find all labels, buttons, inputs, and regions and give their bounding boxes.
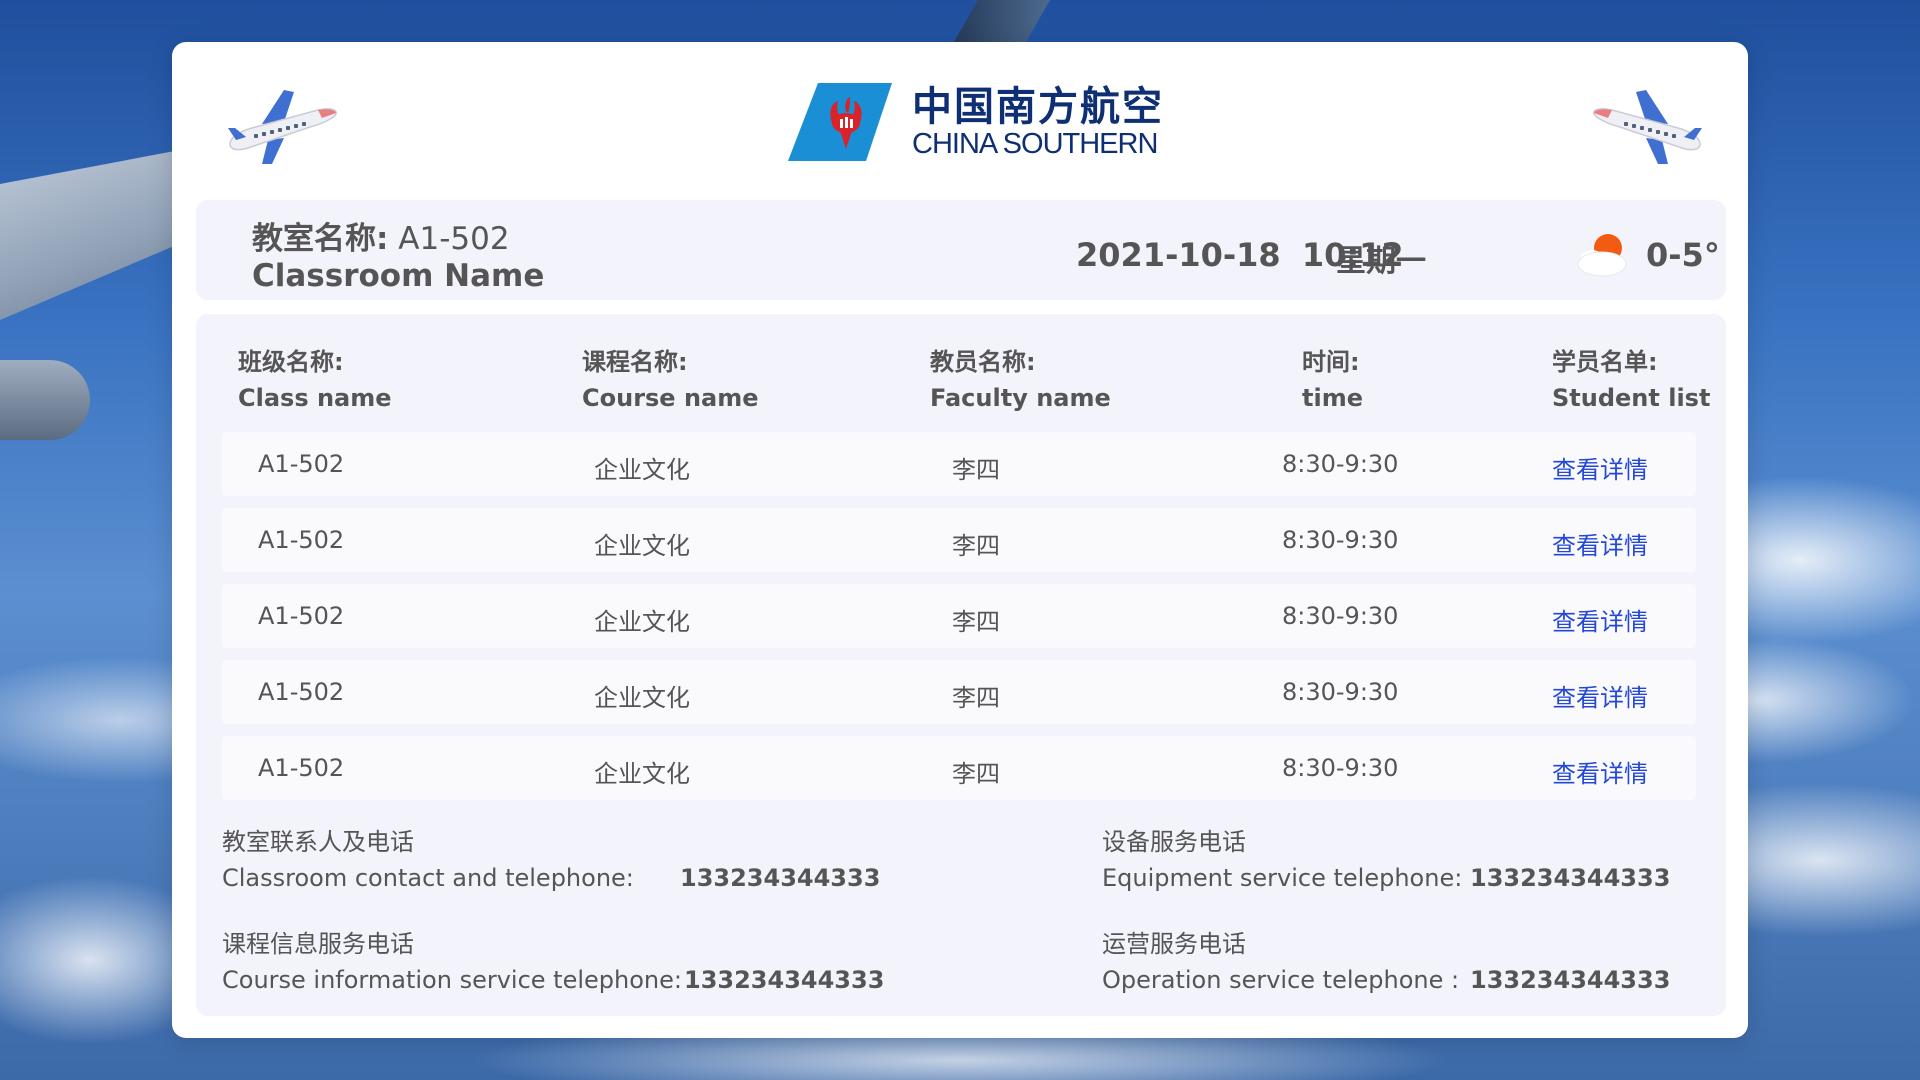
contact-label-cn: 课程信息服务电话 [222,930,414,958]
cell-faculty: 李四 [952,608,1000,636]
classroom-info-bar: 教室名称: A1-502 Classroom Name 2021-10-18 1… [196,200,1726,300]
classroom-name: 教室名称: A1-502 Classroom Name [252,220,544,294]
contact-classroom: 教室联系人及电话 Classroom contact and telephone… [222,824,880,896]
classroom-label-cn: 教室名称: [252,221,389,257]
contact-label-en: Operation service telephone : [1102,966,1460,994]
table-row: A1-502 企业文化 李四 8:30-9:30 查看详情 [222,736,1696,800]
column-header-en: Class name [238,384,392,412]
airplane-icon [228,90,338,164]
date-text: 2021-10-18 [1076,236,1281,274]
schedule-panel: 班级名称: Class name 课程名称: Course name 教员名称:… [196,314,1726,1016]
cell-course: 企业文化 [594,532,690,560]
table-row: A1-502 企业文化 李四 8:30-9:30 查看详情 [222,508,1696,572]
view-details-link[interactable]: 查看详情 [1552,754,1648,789]
airplane-wing-background [0,150,180,320]
weekday-text: 星期一 [1336,244,1426,279]
cell-course: 企业文化 [594,760,690,788]
classroom-value: A1-502 [398,221,510,257]
column-header-en: time [1302,384,1363,412]
cell-faculty: 李四 [952,760,1000,788]
column-header-cn: 学员名单: [1552,348,1658,376]
column-header-cn: 时间: [1302,348,1360,376]
cell-time: 8:30-9:30 [1282,754,1399,782]
classroom-board-card: 中国南方航空 CHINA SOUTHERN 教室名称: A1-502 Class… [172,42,1748,1038]
contact-number: 133234344333 [680,864,881,892]
airplane-tail-background [954,0,1050,42]
cell-faculty: 李四 [952,684,1000,712]
brand-name-en: CHINA SOUTHERN [912,128,1158,160]
column-header-en: Course name [582,384,759,412]
cell-class: A1-502 [258,450,345,478]
cell-faculty: 李四 [952,456,1000,484]
cell-faculty: 李四 [952,532,1000,560]
contact-label-cn: 设备服务电话 [1102,828,1246,856]
contact-label-en: Classroom contact and telephone: [222,864,634,892]
contact-operation: 运营服务电话 Operation service telephone : 133… [1102,926,1670,998]
contact-equipment: 设备服务电话 Equipment service telephone: 1332… [1102,824,1670,896]
cell-course: 企业文化 [594,456,690,484]
cell-class: A1-502 [258,602,345,630]
contact-course-info: 课程信息服务电话 Course information service tele… [222,926,884,998]
view-details-link[interactable]: 查看详情 [1552,450,1648,485]
contact-number: 133234344333 [1470,966,1671,994]
view-details-link[interactable]: 查看详情 [1552,678,1648,713]
table-row: A1-502 企业文化 李四 8:30-9:30 查看详情 [222,432,1696,496]
kapok-logo-icon [788,83,892,161]
cell-course: 企业文化 [594,608,690,636]
cell-time: 8:30-9:30 [1282,602,1399,630]
column-header-en: Faculty name [930,384,1111,412]
schedule-rows: A1-502 企业文化 李四 8:30-9:30 查看详情 A1-502 企业文… [222,432,1696,812]
column-header-cn: 课程名称: [582,348,688,376]
column-header-class: 班级名称: Class name [238,344,392,416]
column-header-time: 时间: time [1302,344,1363,416]
column-header-course: 课程名称: Course name [582,344,759,416]
cell-time: 8:30-9:30 [1282,450,1399,478]
cell-class: A1-502 [258,526,345,554]
column-header-students: 学员名单: Student list [1552,344,1710,416]
column-header-en: Student list [1552,384,1711,412]
table-row: A1-502 企业文化 李四 8:30-9:30 查看详情 [222,660,1696,724]
cell-course: 企业文化 [594,684,690,712]
contact-label-cn: 教室联系人及电话 [222,828,414,856]
column-header-cn: 教员名称: [930,348,1036,376]
cell-time: 8:30-9:30 [1282,526,1399,554]
partly-cloudy-icon [1577,234,1627,277]
temperature-text: 0-5° [1646,236,1720,274]
table-row: A1-502 企业文化 李四 8:30-9:30 查看详情 [222,584,1696,648]
column-header-cn: 班级名称: [238,348,344,376]
cell-time: 8:30-9:30 [1282,678,1399,706]
contact-number: 133234344333 [684,966,885,994]
airplane-engine-background [0,360,90,440]
classroom-label-en: Classroom Name [252,258,545,294]
cell-class: A1-502 [258,754,345,782]
contact-number: 133234344333 [1470,864,1671,892]
cell-class: A1-502 [258,678,345,706]
china-southern-brand: 中国南方航空 CHINA SOUTHERN [788,82,1164,162]
view-details-link[interactable]: 查看详情 [1552,602,1648,637]
airplane-icon [1592,90,1702,164]
contact-label-en: Course information service telephone: [222,966,682,994]
contact-label-en: Equipment service telephone: [1102,864,1463,892]
view-details-link[interactable]: 查看详情 [1552,526,1648,561]
column-header-faculty: 教员名称: Faculty name [930,344,1111,416]
contact-label-cn: 运营服务电话 [1102,930,1246,958]
brand-name-cn: 中国南方航空 [912,84,1164,130]
